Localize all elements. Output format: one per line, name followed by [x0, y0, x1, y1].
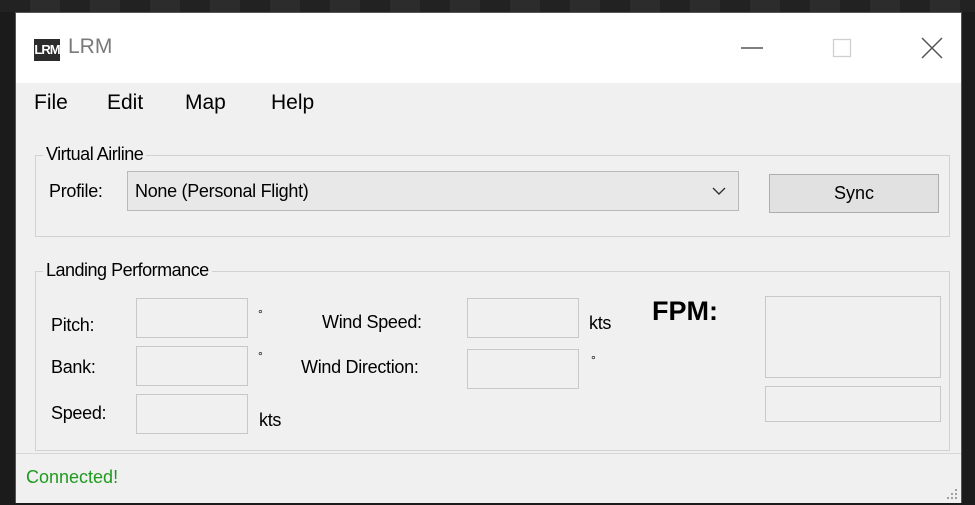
close-icon	[921, 37, 943, 59]
minimize-icon	[741, 47, 763, 49]
wind-direction-degree-unit: °	[591, 353, 596, 367]
speed-unit: kts	[259, 410, 282, 430]
bank-degree-unit: °	[258, 349, 263, 363]
pitch-label: Pitch:	[51, 315, 95, 335]
pitch-field[interactable]	[136, 298, 248, 338]
connection-status-text: Connected!	[26, 467, 119, 487]
fpm-label: FPM:	[652, 296, 718, 326]
close-button[interactable]	[886, 13, 975, 83]
title-bar: LRM LRM	[16, 13, 961, 83]
bank-field[interactable]	[136, 346, 248, 386]
maximize-icon	[832, 38, 852, 58]
chevron-down-icon	[712, 187, 726, 195]
virtual-airline-legend: Virtual Airline	[43, 144, 147, 165]
wind-speed-label: Wind Speed:	[322, 312, 422, 332]
menu-bar: File Edit Map Help	[16, 83, 961, 125]
wind-direction-field[interactable]	[467, 349, 579, 389]
menu-edit[interactable]: Edit	[107, 91, 143, 115]
speed-field[interactable]	[136, 394, 248, 434]
wind-speed-field[interactable]	[467, 298, 579, 338]
speed-label: Speed:	[51, 403, 107, 423]
menu-map[interactable]: Map	[185, 91, 226, 115]
window-title: LRM	[68, 35, 113, 58]
menu-file[interactable]: File	[34, 91, 68, 115]
landing-performance-legend: Landing Performance	[43, 260, 212, 281]
pitch-degree-unit: °	[258, 307, 263, 321]
profile-selected-value: None (Personal Flight)	[135, 181, 309, 201]
profile-dropdown[interactable]: None (Personal Flight)	[127, 171, 739, 211]
wind-direction-label: Wind Direction:	[301, 357, 419, 377]
sync-button[interactable]: Sync	[769, 174, 939, 213]
app-window: LRM LRM File Edit Map Help Virtual Airli…	[15, 12, 962, 503]
maximize-button[interactable]	[796, 13, 888, 83]
resize-grip-icon[interactable]	[944, 486, 958, 500]
status-bar: Connected!	[16, 453, 961, 503]
fpm-field[interactable]	[765, 296, 941, 378]
profile-label: Profile:	[49, 181, 103, 201]
bank-label: Bank:	[51, 357, 96, 377]
wind-speed-unit: kts	[589, 313, 612, 333]
app-logo-icon: LRM	[34, 39, 61, 61]
background-strip	[0, 0, 975, 12]
menu-help[interactable]: Help	[271, 91, 314, 115]
fpm-secondary-field[interactable]	[765, 386, 941, 422]
minimize-button[interactable]	[706, 13, 798, 83]
